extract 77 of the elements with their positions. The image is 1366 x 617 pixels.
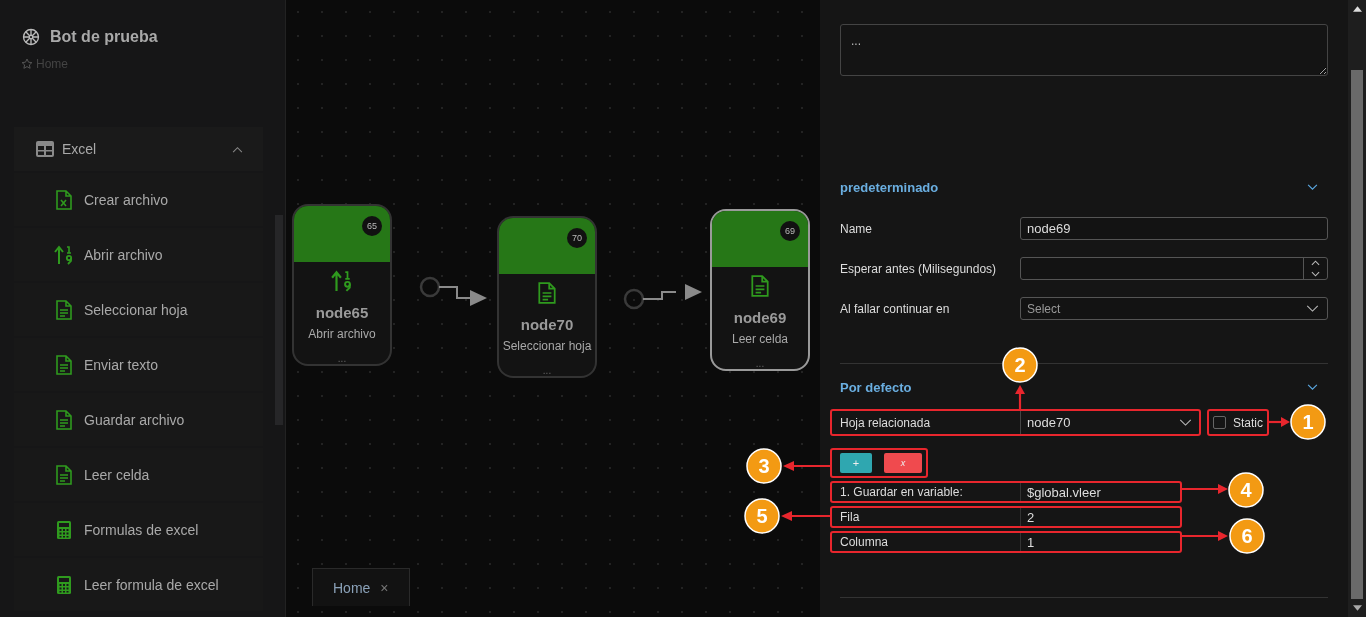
description-field[interactable]: ...	[840, 24, 1328, 76]
node-footer: ...	[337, 353, 347, 364]
document-icon	[56, 409, 72, 430]
node-name: node65	[315, 304, 369, 321]
callout-circle	[1228, 472, 1264, 508]
field-label: Hoja relacionada	[840, 415, 932, 430]
callout-circle	[746, 448, 782, 484]
calculator-icon	[56, 519, 72, 540]
home-tab[interactable]: Home ×	[312, 568, 410, 606]
chevron-down-icon	[1179, 419, 1192, 426]
text-field[interactable]: 2	[1020, 508, 1180, 526]
field-label: 1. Guardar en variable:	[840, 485, 964, 499]
static-checkbox[interactable]	[1213, 416, 1226, 429]
flow-node[interactable]: 65 node65 Abrir archivo ...	[292, 204, 392, 366]
excel-group-header[interactable]: Excel	[14, 127, 263, 171]
field-label: Fila	[840, 510, 861, 524]
increment-icon[interactable]	[1311, 260, 1320, 267]
scroll-up-icon[interactable]	[1352, 6, 1362, 12]
callout-number: 6	[1241, 525, 1253, 547]
callout-circle	[1229, 518, 1265, 554]
chevron-down-icon	[1307, 383, 1318, 391]
connector-arrow	[642, 284, 702, 300]
flow-node[interactable]: 69 node69 Leer celda ...	[710, 209, 810, 371]
select-dropdown[interactable]: Select	[1020, 297, 1328, 320]
name-field[interactable]: node69	[1020, 217, 1328, 240]
callout-number: 5	[756, 505, 768, 527]
node-action: Leer celda	[731, 332, 788, 346]
decrement-icon[interactable]	[1311, 270, 1320, 277]
document-icon	[56, 354, 72, 375]
document-icon	[538, 282, 556, 304]
callout-circle	[744, 498, 780, 534]
callout-circle	[1290, 404, 1326, 440]
document-icon	[56, 299, 72, 320]
chevron-down-icon	[1307, 183, 1318, 191]
text-field[interactable]: $global.vleer	[1020, 483, 1180, 501]
node-badge: 69	[780, 221, 800, 241]
node-footer: ...	[542, 365, 552, 376]
field-label: Name	[840, 221, 873, 236]
table-icon	[36, 141, 54, 157]
wheel-icon	[22, 28, 40, 46]
scrollbar-thumb[interactable]	[1351, 70, 1363, 599]
node-badge: 70	[567, 228, 587, 248]
flow-node[interactable]: 70 node70 Seleccionar hoja ...	[497, 216, 597, 378]
sort-numeric-icon	[54, 244, 74, 265]
node-footer: ...	[755, 358, 765, 369]
text-field[interactable]: 1	[1020, 533, 1180, 551]
callout-number: 1	[1302, 411, 1314, 433]
select-dropdown[interactable]: node70	[1020, 411, 1198, 434]
field-label: Esperar antes (Milisegundos)	[840, 261, 998, 276]
checkbox-label: Static	[1233, 415, 1263, 430]
document-icon	[751, 275, 769, 297]
connector-port[interactable]	[419, 276, 441, 298]
connector-arrow	[438, 286, 487, 306]
star-icon	[21, 58, 33, 70]
close-button[interactable]: ×	[380, 579, 389, 596]
number-field[interactable]	[1020, 257, 1328, 280]
callout-circle	[1002, 347, 1038, 383]
callout-number: 3	[758, 455, 770, 477]
callout-number: 4	[1240, 479, 1252, 501]
field-label: Al fallar continuar en	[840, 301, 951, 316]
callout-number: 2	[1014, 354, 1026, 376]
scroll-down-icon[interactable]	[1352, 605, 1362, 611]
document-icon	[56, 464, 72, 485]
node-name: node70	[520, 316, 574, 333]
node-action: Seleccionar hoja	[502, 339, 592, 353]
connector-port[interactable]	[623, 288, 645, 310]
section-header[interactable]: Por defecto	[840, 374, 1328, 400]
bot-title: Bot de prueba	[50, 28, 158, 46]
section-header[interactable]: predeterminado	[840, 174, 1328, 200]
node-name: node69	[733, 309, 787, 326]
node-action: Abrir archivo	[308, 327, 376, 341]
chevron-down-icon	[1306, 305, 1319, 312]
calculator-icon	[56, 574, 72, 595]
field-label: Columna	[840, 535, 890, 549]
spreadsheet-file-icon	[56, 189, 72, 210]
node-badge: 65	[362, 216, 382, 236]
sort-numeric-icon	[331, 270, 353, 292]
